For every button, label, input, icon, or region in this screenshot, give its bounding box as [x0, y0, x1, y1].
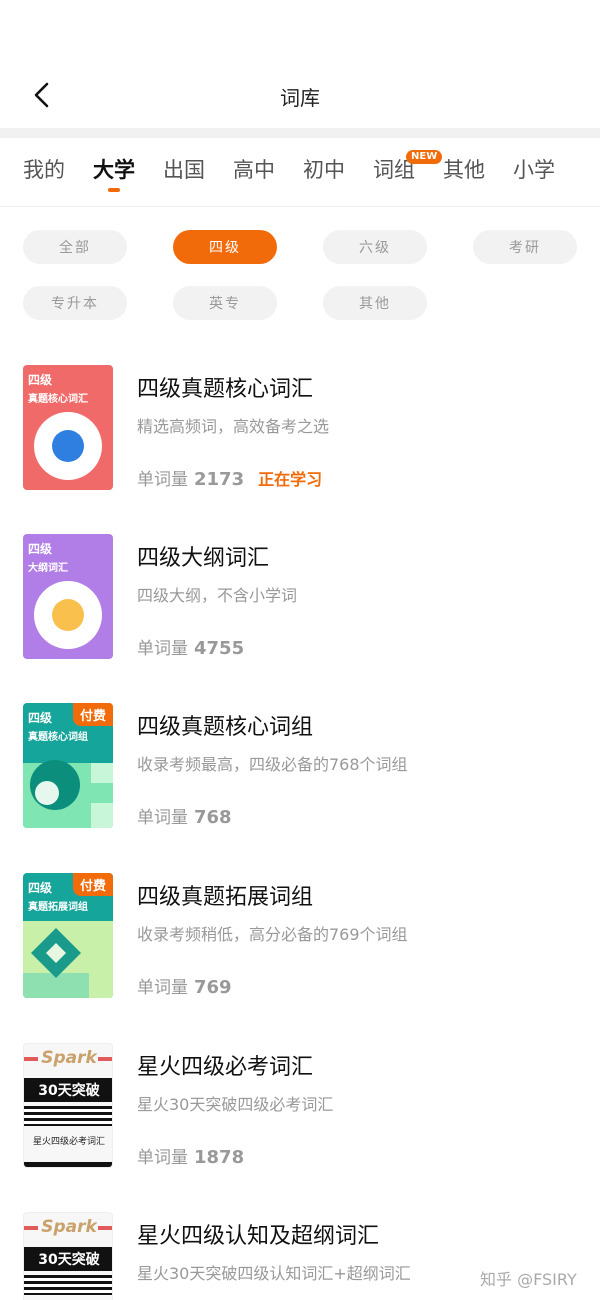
book-item[interactable]: 四级 真题核心词组 付费 四级真题核心词组 收录考频最高，四级必备的768个词组… — [0, 703, 600, 833]
tab-mine[interactable]: 我的 — [23, 154, 65, 184]
word-count-value: 4755 — [194, 638, 245, 659]
book-description: 精选高频词，高效备考之选 — [137, 417, 330, 436]
book-description: 收录考频稍低，高分必备的769个词组 — [137, 925, 408, 944]
filter-cet6[interactable]: 六级 — [323, 230, 427, 264]
spark-logo: Spark — [41, 1217, 97, 1237]
word-count-label: 单词量 — [137, 1148, 188, 1168]
filter-other[interactable]: 其他 — [323, 286, 427, 320]
book-title: 四级真题核心词组 — [137, 715, 314, 740]
cover-subtitle: 真题拓展词组 — [28, 902, 88, 913]
book-title: 星火四级认知及超纲词汇 — [137, 1224, 380, 1249]
book-description: 星火30天突破四级必考词汇 — [137, 1095, 334, 1114]
cover-subtitle: 真题核心词组 — [28, 732, 88, 743]
book-cover: Spark 30天突破 — [23, 1212, 113, 1300]
page-title: 词库 — [280, 86, 320, 110]
filter-all[interactable]: 全部 — [23, 230, 127, 264]
word-count: 单词量 769 — [137, 973, 232, 998]
word-count-label: 单词量 — [137, 639, 188, 659]
book-title: 四级大纲词汇 — [137, 546, 270, 571]
filter-english-major[interactable]: 英专 — [173, 286, 277, 320]
tab-other[interactable]: 其他 — [443, 154, 485, 184]
paid-badge: 付费 — [72, 873, 113, 896]
cover-circle-graphic — [34, 581, 102, 649]
word-count-label: 单词量 — [137, 808, 188, 828]
active-tab-indicator — [108, 188, 120, 192]
word-count-value: 1878 — [194, 1147, 245, 1168]
filter-cet4[interactable]: 四级 — [173, 230, 277, 264]
word-count-value: 2173 — [194, 469, 245, 490]
word-count: 单词量 4755 — [137, 634, 244, 659]
new-badge: NEW — [406, 150, 443, 164]
book-title: 四级真题核心词汇 — [137, 377, 314, 402]
book-item[interactable]: 四级 大纲词汇 四级大纲词汇 四级大纲，不含小学词 单词量 4755 — [0, 534, 600, 664]
tab-abroad[interactable]: 出国 — [163, 154, 205, 184]
tab-primary-school[interactable]: 小学 — [513, 154, 555, 184]
filter-upgrade[interactable]: 专升本 — [23, 286, 127, 320]
word-count-label: 单词量 — [137, 470, 188, 490]
word-count-value: 768 — [194, 807, 232, 828]
book-title: 星火四级必考词汇 — [137, 1055, 314, 1080]
spark-logo: Spark — [41, 1048, 97, 1068]
book-cover: Spark 30天突破 星火四级必考词汇 — [23, 1043, 113, 1168]
watermark: 知乎 @FSIRY — [480, 1270, 577, 1289]
book-cover: 四级 真题核心词汇 — [23, 365, 113, 490]
cover-stripes — [24, 1106, 112, 1126]
book-cover: 四级 真题核心词组 付费 — [23, 703, 113, 828]
word-count: 单词量 768 — [137, 803, 232, 828]
studying-status: 正在学习 — [258, 470, 323, 489]
tab-university[interactable]: 大学 — [93, 154, 135, 184]
cover-band: 30天突破 — [24, 1247, 112, 1271]
top-bar: 词库 — [0, 0, 600, 128]
divider — [0, 128, 600, 138]
cover-title: 四级 — [28, 881, 53, 895]
cover-band: 30天突破 — [24, 1078, 112, 1102]
book-item[interactable]: 四级 真题拓展词组 付费 四级真题拓展词组 收录考频稍低，高分必备的769个词组… — [0, 873, 600, 1003]
word-count: 单词量 1878 — [137, 1143, 244, 1168]
book-cover: 四级 大纲词汇 — [23, 534, 113, 659]
book-title: 四级真题拓展词组 — [137, 885, 314, 910]
cover-subtitle: 星火四级必考词汇 — [32, 1137, 105, 1147]
category-tabs: 我的 大学 出国 高中 初中 词组 NEW 其他 小学 — [0, 138, 600, 207]
cover-stripes — [24, 1275, 112, 1295]
book-description: 四级大纲，不含小学词 — [137, 586, 298, 605]
cover-bottom-bar — [24, 1162, 112, 1167]
book-item[interactable]: Spark 30天突破 星火四级必考词汇 星火四级必考词汇 星火30天突破四级必… — [0, 1043, 600, 1173]
word-count-label: 单词量 — [137, 978, 188, 998]
word-count: 单词量 2173 正在学习 — [137, 465, 322, 490]
book-description: 收录考频最高，四级必备的768个词组 — [137, 755, 408, 774]
cover-title: 四级 — [28, 711, 53, 725]
paid-badge: 付费 — [72, 703, 113, 726]
filter-postgraduate[interactable]: 考研 — [473, 230, 577, 264]
book-item[interactable]: 四级 真题核心词汇 四级真题核心词汇 精选高频词，高效备考之选 单词量 2173 正… — [0, 365, 600, 495]
cover-circle-graphic — [34, 412, 102, 480]
word-count-value: 769 — [194, 977, 232, 998]
tab-middle-school[interactable]: 初中 — [303, 154, 345, 184]
book-cover: 四级 真题拓展词组 付费 — [23, 873, 113, 998]
tab-high-school[interactable]: 高中 — [233, 154, 275, 184]
book-description: 星火30天突破四级认知词汇+超纲词汇 — [137, 1264, 411, 1283]
